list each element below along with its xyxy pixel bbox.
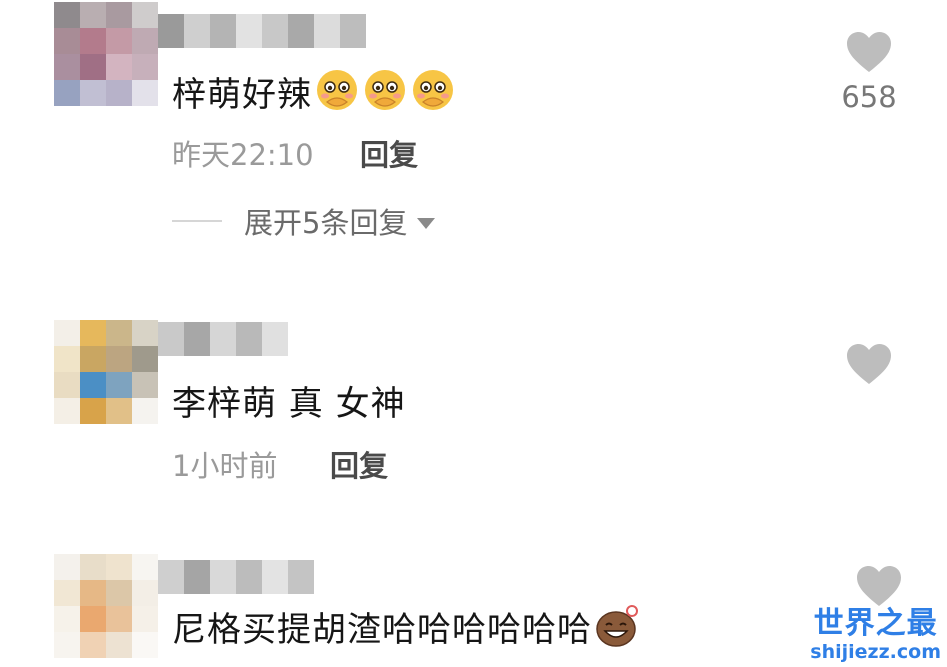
laughing-potato-emoji bbox=[596, 605, 638, 647]
watermark-url: shijiezz.com bbox=[810, 641, 941, 663]
comment-item: 尼格买提胡渣哈哈哈哈哈哈 bbox=[0, 530, 947, 667]
heart-icon[interactable] bbox=[845, 30, 893, 74]
comment-text: 梓萌好辣 bbox=[172, 64, 456, 118]
reply-button[interactable]: 回复 bbox=[360, 132, 418, 174]
covering-mouth-emoji bbox=[413, 70, 453, 110]
expand-replies-label: 展开5条回复 bbox=[244, 206, 408, 240]
like-count: 658 bbox=[841, 80, 897, 114]
heart-icon[interactable] bbox=[845, 342, 893, 386]
heart-icon[interactable] bbox=[855, 564, 903, 608]
covering-mouth-emoji bbox=[365, 70, 405, 110]
avatar[interactable] bbox=[54, 554, 158, 658]
comment-list: 梓萌好辣 昨天22:10 回复 展开5条回复 658 李梓萌 真 女神 1小时前… bbox=[0, 0, 947, 667]
triangle-down-icon bbox=[417, 217, 436, 229]
comment-item: 李梓萌 真 女神 1小时前 回复 bbox=[0, 280, 947, 530]
comment-text-label: 李梓萌 真 女神 bbox=[172, 383, 406, 424]
comment-text: 尼格买提胡渣哈哈哈哈哈哈 bbox=[172, 602, 640, 650]
avatar[interactable] bbox=[54, 2, 158, 106]
watermark-title: 世界之最 bbox=[813, 606, 938, 641]
comment-text-label: 梓萌好辣 bbox=[172, 74, 312, 115]
watermark: 世界之最 shijiezz.com bbox=[810, 606, 941, 664]
username-blurred[interactable] bbox=[158, 560, 314, 594]
divider bbox=[172, 220, 222, 222]
avatar[interactable] bbox=[54, 320, 158, 424]
expand-replies-button[interactable]: 展开5条回复 bbox=[172, 200, 436, 242]
username-blurred[interactable] bbox=[158, 14, 366, 48]
comment-text-label: 尼格买提胡渣哈哈哈哈哈哈 bbox=[172, 609, 592, 650]
reply-button[interactable]: 回复 bbox=[330, 443, 388, 485]
comment-item: 梓萌好辣 昨天22:10 回复 展开5条回复 658 bbox=[0, 0, 947, 280]
comment-timestamp: 昨天22:10 bbox=[172, 138, 314, 172]
username-blurred[interactable] bbox=[158, 322, 288, 356]
comment-timestamp: 1小时前 bbox=[172, 449, 278, 483]
comment-text: 李梓萌 真 女神 bbox=[172, 378, 406, 424]
covering-mouth-emoji bbox=[317, 70, 357, 110]
